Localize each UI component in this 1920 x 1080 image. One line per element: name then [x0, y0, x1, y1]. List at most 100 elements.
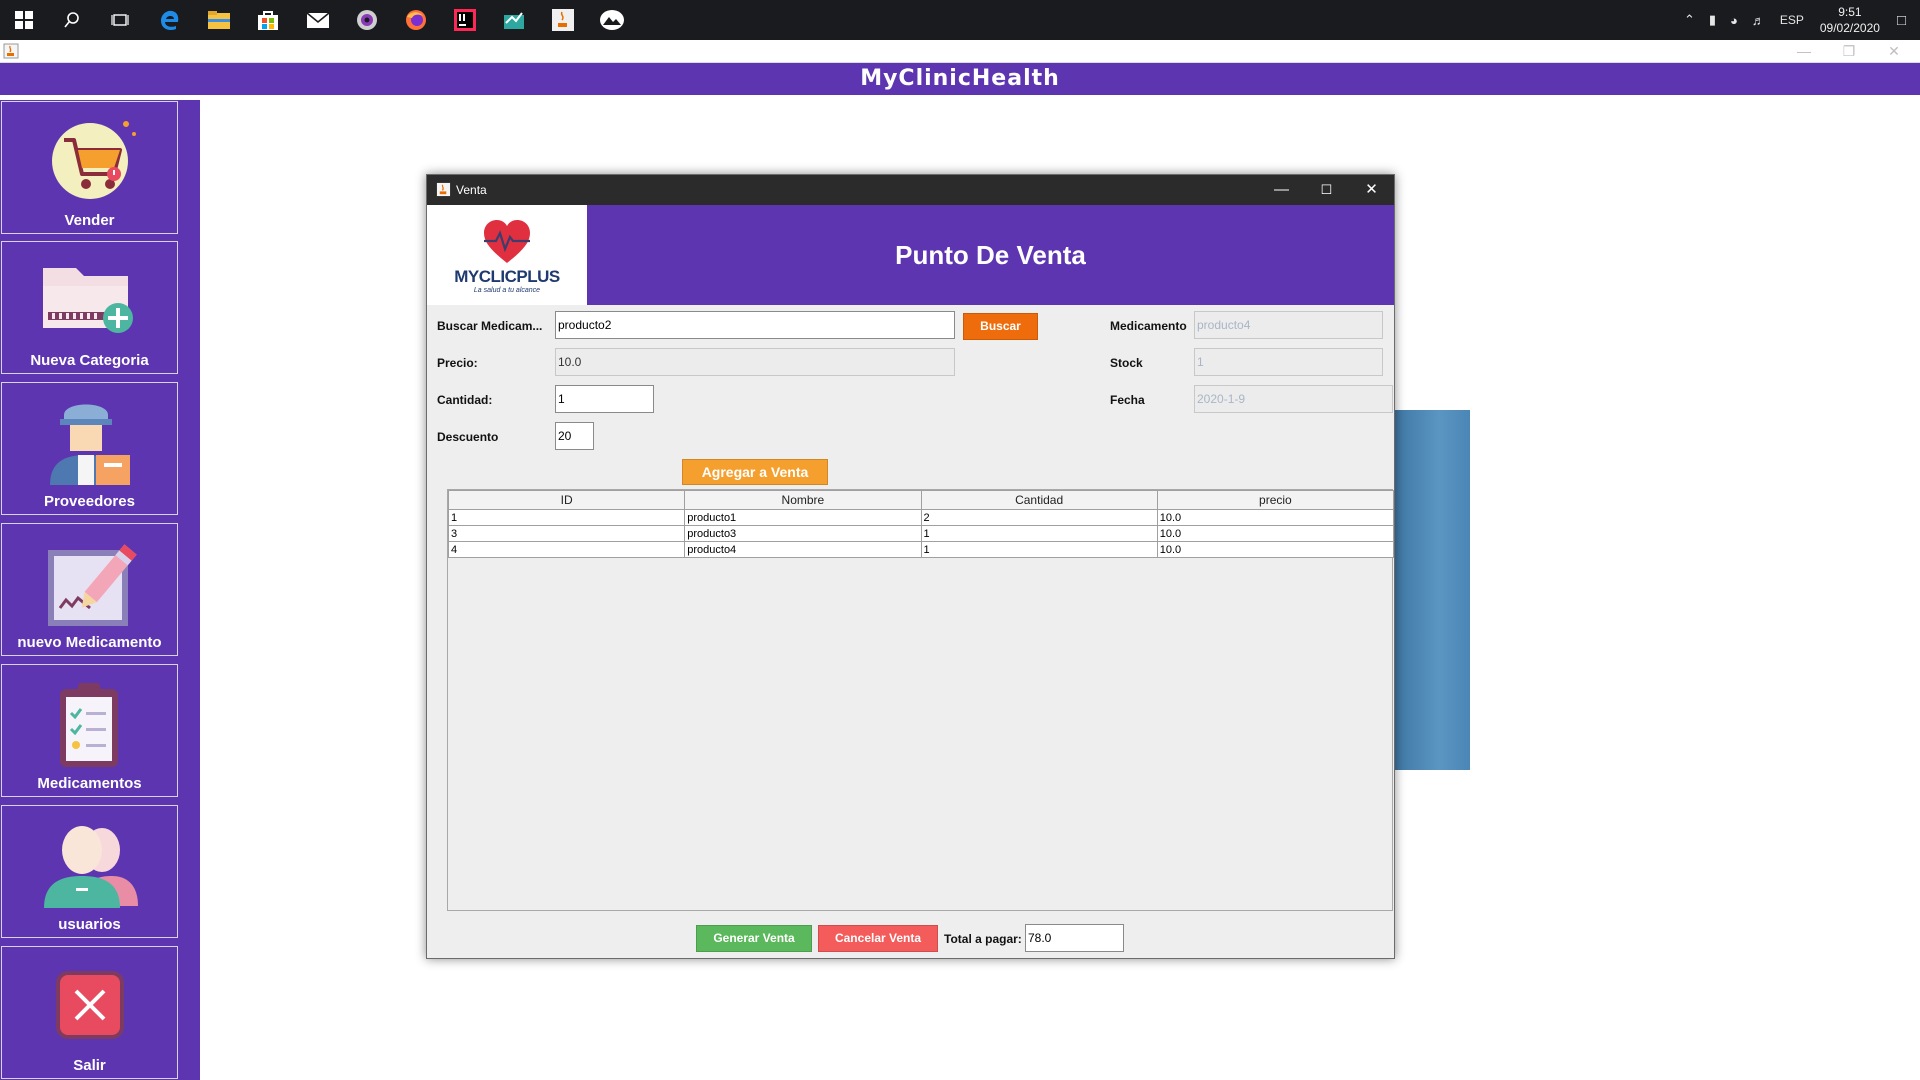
- delivery-person-icon: [50, 404, 130, 485]
- descuento-label: Descuento: [437, 430, 499, 444]
- sidebar-item-label: nuevo Medicamento: [17, 634, 162, 651]
- media-icon[interactable]: [353, 6, 381, 34]
- column-header-cantidad[interactable]: Cantidad: [920, 490, 1158, 510]
- wifi-icon[interactable]: ◕: [1730, 13, 1738, 28]
- table-cell: 3: [447, 525, 686, 542]
- intellij-icon[interactable]: [451, 6, 479, 34]
- medicamento-label: Medicamento: [1110, 319, 1187, 333]
- search-icon[interactable]: [58, 6, 86, 34]
- logo-tagline: La salud a tu alcance: [473, 287, 541, 294]
- buscar-button[interactable]: Buscar: [963, 313, 1038, 340]
- table-cell: 1: [920, 541, 1158, 558]
- sidebar-item-proveedores[interactable]: Proveedores: [1, 382, 178, 515]
- notifications-icon[interactable]: □: [1897, 12, 1906, 29]
- windows-icon[interactable]: [10, 6, 38, 34]
- dialog-title: Venta: [456, 183, 487, 197]
- chevron-up-icon[interactable]: ⌃: [1684, 12, 1695, 28]
- sidebar-item-label: Medicamentos: [37, 775, 142, 792]
- buscar-input[interactable]: [555, 311, 955, 339]
- clock[interactable]: 9:51 09/02/2020: [1820, 4, 1880, 36]
- cancelar-venta-button[interactable]: Cancelar Venta: [818, 925, 938, 952]
- descuento-input[interactable]: [555, 422, 594, 450]
- table-cell: 1: [447, 509, 686, 526]
- users-icon: [44, 826, 138, 908]
- close-box-icon: [56, 971, 124, 1039]
- cantidad-input[interactable]: [555, 385, 654, 413]
- page-title: Punto De Venta: [895, 240, 1086, 270]
- total-label: Total a pagar:: [944, 932, 1022, 946]
- logo: MYCLICPLUS La salud a tu alcance: [427, 205, 587, 305]
- table-cell: 2: [920, 509, 1158, 526]
- sidebar-item-nueva-categoria[interactable]: Nueva Categoria: [1, 241, 178, 374]
- table-row[interactable]: 3 producto3 1 10.0: [447, 525, 1395, 542]
- store-icon[interactable]: [254, 6, 282, 34]
- header-banner: MYCLICPLUS La salud a tu alcance Punto D…: [427, 205, 1394, 305]
- stock-field: [1194, 348, 1383, 376]
- system-tray: ⌃ ▮ ◕ ♬ ESP 9:51 09/02/2020 □: [1677, 0, 1920, 40]
- restore-button[interactable]: ❐: [1829, 41, 1869, 61]
- dialog-titlebar[interactable]: Venta — ☐ ✕: [427, 175, 1394, 205]
- venta-dialog: Venta — ☐ ✕ MYCLICPLUS La salud a tu alc…: [426, 174, 1395, 959]
- column-header-nombre[interactable]: Nombre: [684, 490, 922, 510]
- minimize-button[interactable]: —: [1784, 41, 1824, 61]
- sidebar-item-label: Salir: [73, 1057, 106, 1074]
- clock-date: 09/02/2020: [1819, 21, 1880, 35]
- sidebar-item-vender[interactable]: Vender: [1, 101, 178, 234]
- sidebar-item-salir[interactable]: Salir: [1, 946, 178, 1079]
- taskbar: ⌃ ▮ ◕ ♬ ESP 9:51 09/02/2020 □: [0, 0, 1920, 40]
- table-header-row: ID Nombre Cantidad precio: [447, 490, 1395, 510]
- battery-icon[interactable]: ▮: [1709, 12, 1716, 28]
- task-view-icon[interactable]: [106, 6, 134, 34]
- clock-time: 9:51: [1838, 5, 1862, 19]
- sidebar: Vender Nueva Categoria Proveedores nuevo…: [0, 100, 200, 1080]
- heart-pulse-icon: [484, 220, 530, 263]
- buscar-label: Buscar Medicam...: [437, 319, 543, 333]
- mail-icon[interactable]: [304, 6, 332, 34]
- maximize-button[interactable]: ☐: [1304, 175, 1349, 205]
- firefox-icon[interactable]: [402, 6, 430, 34]
- edit-document-icon: [48, 544, 137, 626]
- fecha-label: Fecha: [1110, 393, 1145, 407]
- photos-icon[interactable]: [598, 6, 626, 34]
- clipboard-checklist-icon: [60, 683, 118, 767]
- cantidad-label: Cantidad:: [437, 393, 493, 407]
- total-field[interactable]: [1025, 924, 1124, 952]
- java-icon[interactable]: [549, 6, 577, 34]
- sidebar-item-nuevo-medicamento[interactable]: nuevo Medicamento: [1, 523, 178, 656]
- agregar-venta-button[interactable]: Agregar a Venta: [682, 459, 828, 485]
- close-button[interactable]: ✕: [1349, 175, 1394, 205]
- table-row[interactable]: 1 producto1 2 10.0: [447, 509, 1395, 526]
- table-cell: 10.0: [1156, 541, 1395, 558]
- shopping-cart-icon: [52, 121, 136, 199]
- column-header-precio[interactable]: precio: [1156, 490, 1395, 510]
- file-explorer-icon[interactable]: [205, 6, 233, 34]
- logo-name: MYCLICPLUS: [454, 267, 560, 286]
- generar-venta-button[interactable]: Generar Venta: [696, 925, 812, 952]
- medicamento-field: [1194, 311, 1383, 339]
- table-cell: 10.0: [1156, 525, 1395, 542]
- language-indicator[interactable]: ESP: [1780, 13, 1804, 27]
- sidebar-item-label: Proveedores: [44, 493, 135, 510]
- stock-label: Stock: [1110, 356, 1143, 370]
- fecha-field: [1194, 385, 1393, 413]
- column-header-id[interactable]: ID: [447, 490, 686, 510]
- table-cell: 10.0: [1156, 509, 1395, 526]
- minimize-button[interactable]: —: [1259, 175, 1304, 205]
- sidebar-item-usuarios[interactable]: usuarios: [1, 805, 178, 938]
- edge-icon[interactable]: [156, 6, 184, 34]
- sidebar-item-label: Vender: [64, 212, 115, 229]
- close-button[interactable]: ✕: [1874, 41, 1914, 61]
- app-icon[interactable]: [500, 6, 528, 34]
- precio-label: Precio:: [437, 356, 478, 370]
- table-cell: producto1: [684, 509, 922, 526]
- sidebar-item-medicamentos[interactable]: Medicamentos: [1, 664, 178, 797]
- venta-table[interactable]: ID Nombre Cantidad precio 1 producto1 2 …: [447, 489, 1395, 911]
- volume-icon[interactable]: ♬: [1752, 13, 1765, 28]
- java-icon: [436, 182, 451, 197]
- app-title: MyClinicHealth: [860, 66, 1060, 91]
- sidebar-item-label: usuarios: [58, 916, 121, 933]
- table-row[interactable]: 4 producto4 1 10.0: [447, 541, 1395, 558]
- table-cell: producto4: [684, 541, 922, 558]
- precio-field[interactable]: [555, 348, 955, 376]
- sidebar-item-label: Nueva Categoria: [30, 352, 149, 369]
